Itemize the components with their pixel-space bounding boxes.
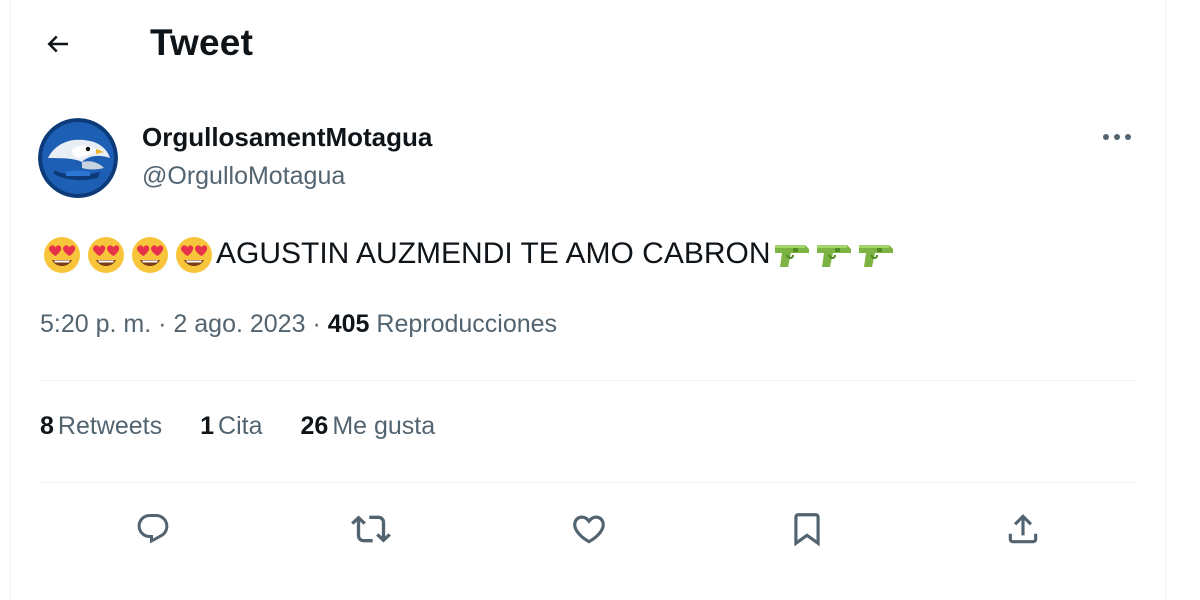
share-button[interactable] xyxy=(998,504,1048,554)
author-handle[interactable]: @OrgulloMotagua xyxy=(142,162,345,191)
retweets-count: 8 xyxy=(40,412,54,440)
heart-icon xyxy=(573,515,605,544)
eagle-logo-icon xyxy=(38,118,118,198)
reply-icon xyxy=(137,514,169,544)
more-options-button[interactable] xyxy=(1094,120,1140,154)
water-pistol-emoji xyxy=(774,245,809,267)
retweets-label: Retweets xyxy=(57,412,163,440)
action-bar xyxy=(40,500,1138,560)
retweets-stat[interactable]: 8 Retweets xyxy=(40,412,162,441)
bookmark-icon xyxy=(794,513,820,547)
retweet-button[interactable] xyxy=(346,504,396,554)
water-pistol-emoji xyxy=(858,245,893,267)
likes-stat[interactable]: 26 Me gusta xyxy=(301,412,436,441)
heart-eyes-emoji xyxy=(176,237,212,273)
author-display-name[interactable]: OrgullosamentMotagua xyxy=(142,122,432,153)
quotes-count: 1 xyxy=(200,412,215,440)
like-button[interactable] xyxy=(564,504,614,554)
water-pistol-emoji-group xyxy=(771,235,897,273)
divider xyxy=(40,380,1138,381)
divider xyxy=(40,482,1138,483)
quotes-stat[interactable]: 1 Cita xyxy=(200,412,262,441)
views-count: 405 xyxy=(327,310,370,338)
heart-eyes-emoji xyxy=(44,237,80,273)
views-label: Reproducciones xyxy=(376,310,558,338)
more-dots-icon xyxy=(1103,134,1131,140)
heart-eyes-emoji xyxy=(88,237,124,273)
page-title: Tweet xyxy=(150,22,254,63)
water-pistol-emoji xyxy=(816,245,851,267)
likes-label: Me gusta xyxy=(332,412,436,440)
tweet-text: AGUSTIN AUZMENDI TE AMO CABRON xyxy=(40,232,897,276)
tweet-meta: 5:20 p. m. · 2 ago. 2023 · 405 Reproducc… xyxy=(40,310,557,339)
meta-separator: · xyxy=(158,310,167,338)
tweet-time[interactable]: 5:20 p. m. xyxy=(40,310,151,338)
heart-eyes-emoji-group xyxy=(40,232,216,276)
avatar[interactable] xyxy=(38,118,118,198)
tweet-date[interactable]: 2 ago. 2023 xyxy=(173,310,305,338)
tweet-text-body: AGUSTIN AUZMENDI TE AMO CABRON xyxy=(216,237,771,270)
bookmark-button[interactable] xyxy=(782,504,832,554)
reply-button[interactable] xyxy=(128,504,178,554)
back-button[interactable] xyxy=(38,24,78,64)
retweet-icon xyxy=(351,515,391,543)
heart-eyes-emoji xyxy=(132,237,168,273)
share-icon xyxy=(1008,514,1038,544)
header: Tweet xyxy=(0,0,1200,88)
tweet-stats: 8 Retweets 1 Cita 26 Me gusta xyxy=(40,412,473,441)
arrow-left-icon xyxy=(47,35,68,53)
meta-separator: · xyxy=(312,310,321,338)
likes-count: 26 xyxy=(300,412,329,440)
quotes-label: Cita xyxy=(218,412,263,440)
